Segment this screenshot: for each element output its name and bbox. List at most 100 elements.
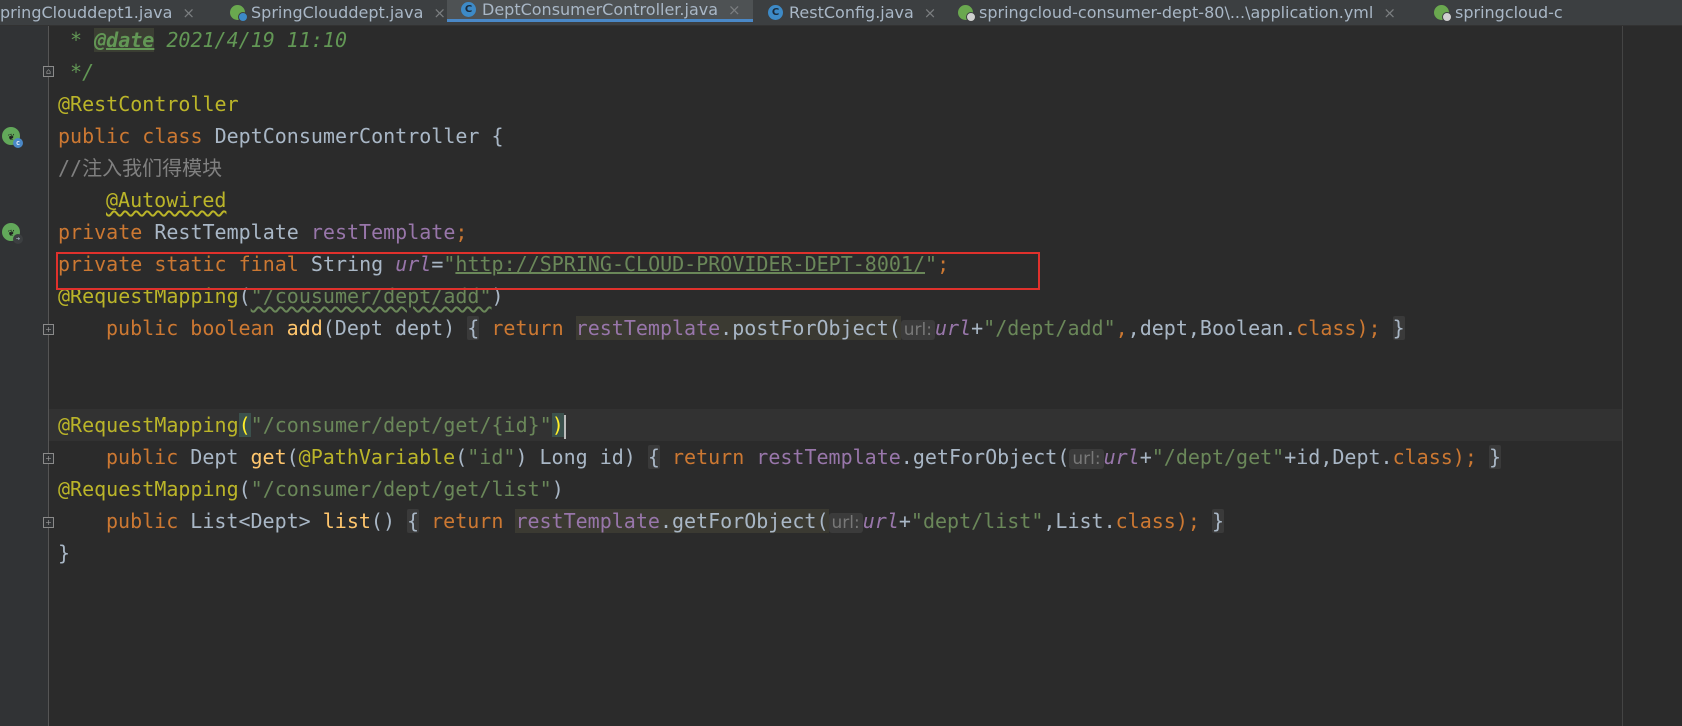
type-name: RestTemplate bbox=[142, 220, 311, 244]
string-literal: "/dept/add" bbox=[983, 316, 1116, 340]
method-name: get bbox=[250, 445, 287, 469]
folded-brace-close[interactable]: } bbox=[1211, 509, 1225, 533]
yml-icon bbox=[958, 5, 976, 22]
code-line: private RestTemplate restTemplate; bbox=[49, 216, 1629, 248]
folded-brace-open[interactable]: { bbox=[407, 509, 420, 533]
operator: + bbox=[971, 316, 984, 340]
comment-text: * bbox=[58, 28, 95, 52]
params: ) Long id) bbox=[515, 445, 648, 469]
statement-end: ); bbox=[1356, 316, 1381, 340]
close-icon[interactable]: × bbox=[182, 4, 195, 22]
folded-brace-close[interactable]: } bbox=[1488, 445, 1501, 469]
method-call: .getForObject( bbox=[659, 509, 829, 533]
keyword: static bbox=[154, 252, 227, 276]
keyword: return bbox=[431, 509, 504, 533]
tab-label: RestConfig.java bbox=[789, 3, 914, 22]
tab-deptconsumercontroller[interactable]: C DeptConsumerController.java × bbox=[447, 0, 753, 22]
autowired-navigate-icon[interactable]: ❦ ➜ bbox=[2, 223, 23, 244]
quote: " bbox=[925, 252, 938, 276]
keyword: public bbox=[58, 124, 131, 148]
tab-label: SpringClouddept.java bbox=[251, 3, 424, 22]
code-line: public List<Dept> list() { return restTe… bbox=[49, 505, 1629, 537]
tab-label: springcloud-consumer-dept-80\...\applica… bbox=[979, 3, 1374, 22]
code-editor[interactable]: * @date 2021/4/19 11:10 */ @RestControll… bbox=[49, 26, 1629, 726]
code-line: @RequestMapping("/cousumer/dept/add") bbox=[49, 280, 1629, 312]
operator: = bbox=[431, 252, 444, 276]
class-ref: Boolean. bbox=[1199, 316, 1297, 340]
param-hint: url: bbox=[900, 320, 935, 340]
args: ,List. bbox=[1043, 509, 1116, 533]
keyword: class bbox=[1392, 445, 1453, 469]
editor-scroll-area[interactable] bbox=[1623, 26, 1682, 726]
string-literal: "/dept/get" bbox=[1151, 445, 1285, 469]
paren: ) bbox=[551, 413, 564, 437]
field-name: url bbox=[935, 316, 972, 340]
string-literal: "id" bbox=[467, 445, 516, 469]
paren: ( bbox=[238, 477, 251, 501]
tab-springclouddept[interactable]: SpringClouddept.java × bbox=[230, 0, 446, 25]
editor-tab-bar: pringClouddept1.java × SpringClouddept.j… bbox=[0, 0, 1682, 26]
annotation: @RequestMapping bbox=[58, 284, 239, 308]
method-call: .getForObject( bbox=[900, 445, 1070, 469]
string-literal: "dept/list" bbox=[910, 509, 1044, 533]
folded-brace-open[interactable]: { bbox=[467, 316, 480, 340]
tab-restconfig[interactable]: C RestConfig.java × bbox=[768, 0, 936, 25]
tab-label: pringClouddept1.java bbox=[0, 3, 173, 22]
folded-brace-open[interactable]: { bbox=[647, 445, 660, 469]
method-name: list bbox=[322, 509, 371, 533]
args: +id,Dept. bbox=[1284, 445, 1393, 469]
code-line: //注入我们得模块 bbox=[49, 152, 1629, 184]
type-name: String bbox=[298, 252, 396, 276]
close-icon[interactable]: × bbox=[1383, 4, 1396, 22]
annotation: @Autowired bbox=[106, 188, 227, 212]
method-call: .postForObject( bbox=[720, 316, 901, 340]
code-line: @RequestMapping("/consumer/dept/get/list… bbox=[49, 473, 1629, 505]
field-name: restTemplate bbox=[310, 220, 456, 244]
param-hint: url: bbox=[1069, 449, 1104, 469]
paren: ( bbox=[455, 445, 468, 469]
keyword: boolean bbox=[190, 316, 275, 340]
comment-text: 2021/4/19 11:10 bbox=[154, 28, 347, 52]
semicolon: ; bbox=[455, 220, 468, 244]
keyword: class bbox=[1115, 509, 1176, 533]
keyword: class bbox=[142, 124, 203, 148]
folded-brace-close[interactable]: } bbox=[1392, 316, 1405, 340]
spring-boot-icon bbox=[230, 5, 248, 22]
brace: { bbox=[479, 124, 504, 148]
operator: + bbox=[898, 509, 911, 533]
paren: ( bbox=[238, 413, 251, 437]
url-link[interactable]: http://SPRING-CLOUD-PROVIDER-DEPT-8001/ bbox=[455, 252, 925, 276]
class-badge-icon: c bbox=[13, 138, 23, 148]
line-comment: //注入我们得模块 bbox=[58, 156, 223, 180]
tab-application-yml[interactable]: springcloud-consumer-dept-80\...\applica… bbox=[958, 0, 1396, 25]
close-icon[interactable]: × bbox=[728, 1, 741, 19]
tab-springcloud-c[interactable]: springcloud-c bbox=[1434, 0, 1563, 25]
close-icon[interactable]: × bbox=[433, 4, 446, 22]
string-literal: "/consumer/dept/get/list" bbox=[250, 477, 552, 501]
paren: ( bbox=[238, 284, 251, 308]
yml-icon bbox=[1434, 5, 1452, 22]
args: ,dept, bbox=[1127, 316, 1200, 340]
class-icon: C bbox=[768, 5, 783, 20]
field-name: url bbox=[1103, 445, 1140, 469]
arrow-icon: ➜ bbox=[13, 234, 23, 244]
string-literal: "/consumer/dept/get/{id}" bbox=[250, 413, 552, 437]
close-icon[interactable]: × bbox=[924, 4, 937, 22]
keyword: return bbox=[671, 445, 745, 469]
keyword: private bbox=[58, 220, 143, 244]
code-line-current: @RequestMapping("/consumer/dept/get/{id}… bbox=[49, 409, 1629, 441]
tab-springclouddept1[interactable]: pringClouddept1.java × bbox=[0, 0, 195, 25]
semicolon: ; bbox=[937, 252, 950, 276]
code-line: * @date 2021/4/19 11:10 bbox=[49, 24, 1629, 56]
class-icon: C bbox=[461, 2, 476, 17]
keyword: public bbox=[106, 445, 179, 469]
class-name: DeptConsumerController bbox=[214, 124, 480, 148]
javadoc-tag: @date bbox=[94, 28, 155, 52]
type-name: Dept bbox=[178, 445, 251, 469]
field-name: restTemplate bbox=[575, 316, 721, 340]
statement-end: ); bbox=[1175, 509, 1200, 533]
params: () bbox=[370, 509, 408, 533]
spring-bean-icon[interactable]: ❦ c bbox=[2, 127, 23, 148]
field-name: url bbox=[395, 252, 432, 276]
string-literal: "/cousumer/dept/add" bbox=[250, 284, 492, 308]
